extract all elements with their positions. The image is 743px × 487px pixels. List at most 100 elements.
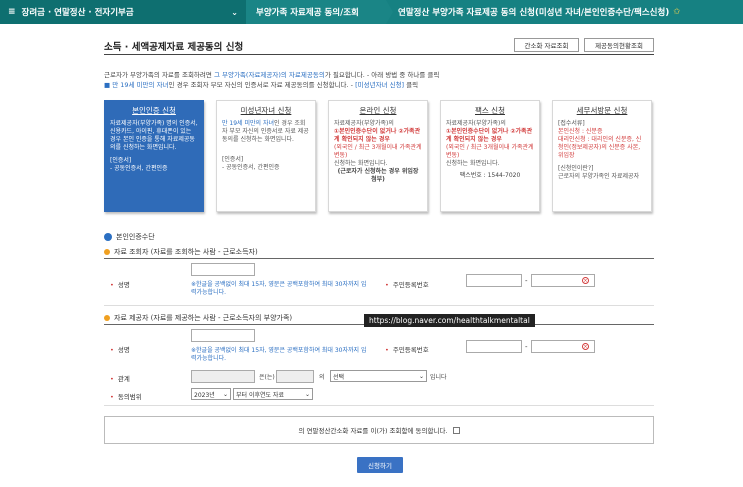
intro-line-1: 근로자가 부양가족의 자료를 조회하려면 그 부양가족(자료제공자)의 자료제공… — [104, 69, 439, 79]
card-highlight: ①본인인증수단이 없거나 ②가족관계 확인되지 않는 경우 — [334, 128, 421, 143]
card-sub-text: - 공동인증서, 간편인증 — [110, 165, 168, 172]
consent-checkbox[interactable] — [452, 426, 460, 434]
viewer-rrn-label: • 주민등록번호 — [385, 281, 429, 289]
card-identity-verification[interactable]: 본인인증 신청 자료제공자(부양가족) 명의 인증서, 신용카드, 아이핀, 휴… — [104, 100, 204, 212]
chevron-down-icon: ⌄ — [222, 390, 228, 398]
label-text: 관계 — [117, 375, 130, 383]
consent-range-label: • 동의범위 — [110, 393, 142, 401]
url-tooltip: https://blog.naver.com/healthtalkmentalt… — [364, 314, 535, 327]
range-select-value: 부터 이후연도 자료 — [236, 391, 284, 399]
card-title: 세무서방문 신청 — [576, 106, 628, 115]
provider-name-label: • 성명 — [110, 346, 130, 354]
viewer-name-hint: ※한글을 공백없이 최대 15자, 영문은 공백포함하여 최대 30자까지 입력… — [191, 281, 367, 296]
provider-heading-text: 자료 제공자 (자료를 제공하는 사람 - 근로소득자의 부양가족) — [114, 314, 293, 322]
provider-name-hint: ※한글을 공백없이 최대 15자, 영문은 공백포함하여 최대 30자까지 입력… — [191, 347, 367, 362]
provider-rrn-label: • 주민등록번호 — [385, 346, 429, 354]
hamburger-icon[interactable]: ≡ — [8, 7, 16, 17]
card-highlight: 만 19세 미만의 자녀 — [222, 120, 274, 127]
intro1-text-end: 가 필요합니다. - 아래 방법 중 하나를 클릭 — [324, 71, 440, 79]
card-body: 자료제공자(부양가족)의 — [334, 120, 394, 127]
viewer-heading: 자료 조회자 (자료를 조회하는 사람 - 근로소득자) — [104, 247, 258, 257]
relation-label: • 관계 — [110, 375, 130, 383]
card-sub-heading: [인증서] — [222, 156, 244, 163]
card-title: 온라인 신청 — [359, 106, 397, 115]
card-fax[interactable]: 팩스 신청 자료제공자(부양가족)의 ①본인인증수단이 없거나 ②가족관계 확인… — [440, 100, 540, 212]
menu-label: 장려금 · 연말정산 · 전자기부금 — [21, 8, 134, 18]
provider-name-input[interactable] — [191, 329, 255, 342]
card-body: 자료제공자(부양가족)의 — [446, 120, 506, 127]
clear-icon[interactable]: × — [582, 277, 589, 284]
label-text: 동의범위 — [117, 393, 142, 401]
provider-heading: 자료 제공자 (자료를 제공하는 사람 - 근로소득자의 부양가족) — [104, 313, 292, 323]
viewer-heading-text: 자료 조회자 (자료를 조회하는 사람 - 근로소득자) — [114, 248, 258, 256]
section-title-text: 본인인증수단 — [116, 233, 155, 241]
favorite-star-icon[interactable]: ✩ — [673, 7, 680, 17]
intro2-link[interactable]: [미성년자녀 신청] — [355, 81, 404, 89]
card-online[interactable]: 온라인 신청 자료제공자(부양가족)의 ①본인인증수단이 없거나 ②가족관계 확… — [328, 100, 428, 212]
breadcrumb-step2-label: 연말정산 부양가족 자료제공 동의 신청(미성년 자녀/본인인증수단/팩스신청) — [398, 8, 670, 18]
consent-status-button[interactable]: 제공동의현황조회 — [584, 38, 654, 52]
card-note: 대리인신청 : 대리인의 신분증, 신청인(정보제공자)의 신분증 사본, 위임… — [558, 136, 642, 159]
intro-line-2: ■ 만 19세 미만의 자녀인 경우 조회자 부모 자신의 인증서로 자료 제공… — [104, 79, 418, 89]
relation-ui-text: 의 — [319, 374, 325, 381]
relation-viewer-field — [191, 370, 255, 383]
card-title: 미성년자녀 신청 — [240, 106, 292, 115]
relation-eun-text: 은(는) — [259, 374, 275, 381]
viewer-name-label: • 성명 — [110, 281, 130, 289]
card-body: 자료제공자(부양가족) 명의 인증서, 신용카드, 아이핀, 휴대폰이 있는 경… — [110, 120, 198, 151]
consent-text: 의 연말정산간소화 자료를 이(가) 조회함에 동의합니다. — [298, 427, 448, 435]
clear-icon[interactable]: × — [582, 343, 589, 350]
section-title: 본인인증수단 — [104, 232, 155, 242]
card-highlight: ①본인인증수단이 없거나 ②가족관계 확인되지 않는 경우 — [446, 128, 533, 143]
card-tax-office-visit[interactable]: 세무서방문 신청 [접수서류] 본인신청 : 신분증 대리인신청 : 대리인의 … — [552, 100, 652, 212]
breadcrumb-step2: 연말정산 부양가족 자료제공 동의 신청(미성년 자녀/본인인증수단/팩스신청)… — [386, 0, 743, 24]
title-divider — [104, 54, 654, 55]
intro1-text: 근로자가 부양가족의 자료를 조회하려면 — [104, 71, 214, 79]
label-text: 주민등록번호 — [392, 281, 429, 289]
intro2-text-end: 클릭 — [404, 81, 419, 89]
page-title: 소득 · 세액공제자료 제공동의 신청 — [104, 42, 244, 53]
range-select[interactable]: 부터 이후연도 자료 ⌄ — [233, 388, 313, 400]
label-text: 주민등록번호 — [392, 346, 429, 354]
card-note: (외국인 / 최근 3개월이내 가족관계 변동) — [446, 144, 534, 159]
card-sub-text: - 공동인증서, 간편인증 — [222, 164, 280, 171]
card-title: 팩스 신청 — [475, 106, 505, 115]
consent-box: 의 연말정산간소화 자료를 이(가) 조회함에 동의합니다. — [104, 416, 654, 444]
intro2-text: 인 경우 조회자 부모 자신의 인증서로 자료 제공동의를 신청합니다. - — [168, 81, 356, 89]
year-select[interactable]: 2023년 ⌄ — [191, 388, 231, 400]
relation-select[interactable]: 선택 ⌄ — [330, 370, 427, 382]
label-text: 성명 — [117, 281, 130, 289]
menu-dropdown[interactable]: ≡ 장려금 · 연말정산 · 전자기부금 ⌄ — [0, 0, 246, 24]
provider-rrn-front-input[interactable] — [466, 340, 522, 353]
bullet-icon — [104, 315, 110, 321]
card-note: (외국인 / 최근 3개월이내 가족관계 변동) — [334, 144, 422, 159]
card-title: 본인인증 신청 — [132, 106, 176, 115]
provider-form — [104, 324, 654, 406]
card-body-end: 신청하는 화면입니다. — [334, 160, 388, 167]
breadcrumb-arrow — [386, 0, 393, 24]
chevron-down-icon: ⌄ — [304, 390, 310, 398]
relation-select-value: 선택 — [333, 373, 345, 381]
breadcrumb-step1[interactable]: 부양가족 자료제공 동의/조회 — [246, 0, 393, 24]
card-sub-text: (근로자가 신청하는 경우 위임장 첨부) — [337, 168, 419, 183]
chevron-down-icon[interactable]: ⌄ — [231, 8, 238, 17]
label-text: 성명 — [117, 346, 130, 354]
card-sub-text: 근로자의 부양가족인 자료제공자 — [558, 173, 640, 180]
viewer-rrn-front-input[interactable] — [466, 274, 522, 287]
simple-lookup-button[interactable]: 간소화 자료조회 — [514, 38, 579, 52]
card-sub-heading: [인증서] — [110, 157, 132, 164]
card-highlight: 본인신청 : 신분증 — [558, 128, 603, 135]
fax-number: 팩스번호 : 1544-7020 — [459, 172, 521, 179]
viewer-name-input[interactable] — [191, 263, 255, 276]
apply-button[interactable]: 신청하기 — [357, 457, 403, 473]
card-body-end: 신청하는 화면입니다. — [446, 160, 500, 167]
card-minor-child[interactable]: 미성년자녀 신청 만 19세 미만의 자녀인 경우 조회자 부모 자신의 인증서… — [216, 100, 316, 212]
relation-end-text: 입니다 — [430, 374, 447, 381]
breadcrumb-step1-label: 부양가족 자료제공 동의/조회 — [256, 8, 359, 18]
chevron-down-icon: ⌄ — [418, 372, 424, 380]
rrn-dash: - — [525, 343, 528, 351]
intro1-highlight: 그 부양가족(자료제공자)의 자료제공동의 — [213, 71, 325, 79]
card-sub-heading: [접수서류] — [558, 120, 585, 127]
top-navigation-bar: ≡ 장려금 · 연말정산 · 전자기부금 ⌄ 부양가족 자료제공 동의/조회 연… — [0, 0, 743, 24]
bullet-icon — [104, 249, 110, 255]
